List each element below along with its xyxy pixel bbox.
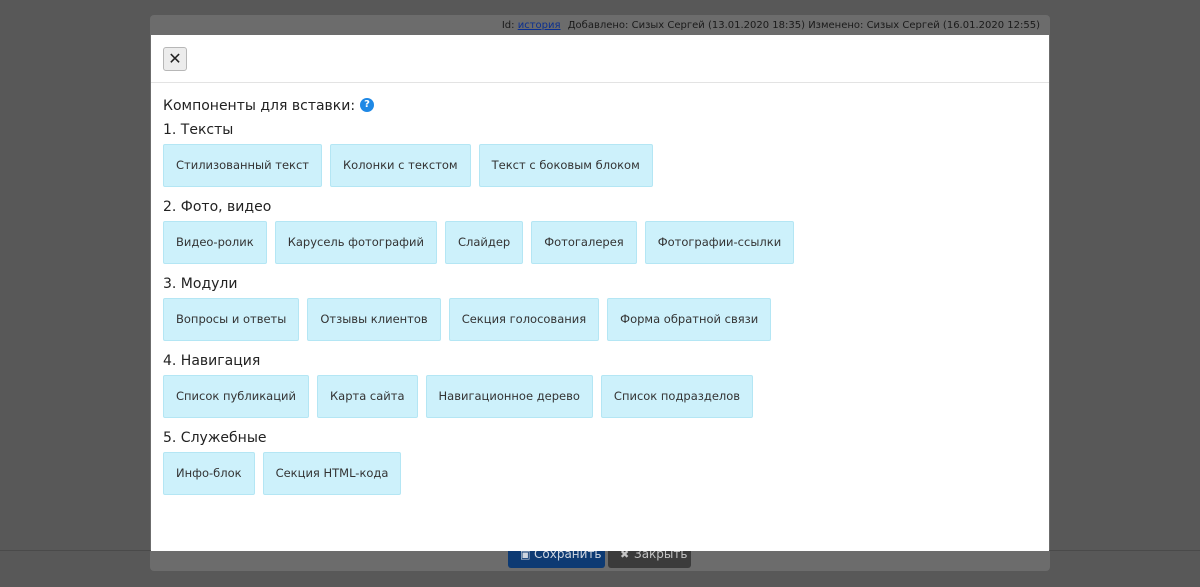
- modal-body: Компоненты для вставки:? 1. Тексты Стили…: [151, 83, 1049, 495]
- component-button-row: Инфо-блок Секция HTML-кода: [163, 452, 1037, 495]
- modal-header: ✕: [151, 35, 1049, 83]
- history-link[interactable]: история: [518, 20, 561, 31]
- section-photo-video: 2. Фото, видео Видео-ролик Карусель фото…: [163, 197, 1037, 264]
- component-button[interactable]: Карта сайта: [317, 375, 418, 418]
- component-button[interactable]: Вопросы и ответы: [163, 298, 300, 341]
- component-button[interactable]: Фотогалерея: [531, 221, 637, 264]
- component-button[interactable]: Видео-ролик: [163, 221, 267, 264]
- component-button[interactable]: Текст с боковым блоком: [478, 144, 653, 187]
- component-button[interactable]: Список публикаций: [163, 375, 309, 418]
- component-button-row: Стилизованный текст Колонки с текстом Те…: [163, 144, 1037, 187]
- component-button[interactable]: Колонки с текстом: [330, 144, 471, 187]
- component-button-row: Вопросы и ответы Отзывы клиентов Секция …: [163, 298, 1037, 341]
- screen: Id: история Добавлено: Сизых Сергей (13.…: [0, 0, 1200, 587]
- component-button[interactable]: Навигационное дерево: [425, 375, 593, 418]
- component-button[interactable]: Слайдер: [444, 221, 524, 264]
- section-navigation: 4. Навигация Список публикаций Карта сай…: [163, 351, 1037, 418]
- component-button[interactable]: Отзывы клиентов: [307, 298, 441, 341]
- component-button[interactable]: Карусель фотографий: [274, 221, 437, 264]
- modal-heading-text: Компоненты для вставки:: [163, 98, 356, 114]
- section-title: 1. Тексты: [163, 122, 234, 138]
- added-info: Добавлено: Сизых Сергей (13.01.2020 18:3…: [567, 20, 805, 31]
- section-title: 5. Служебные: [163, 430, 267, 446]
- help-icon[interactable]: ?: [360, 98, 375, 112]
- component-button[interactable]: Секция голосования: [448, 298, 600, 341]
- record-meta-bar: Id: история Добавлено: Сизых Сергей (13.…: [150, 15, 1050, 37]
- modal-heading: Компоненты для вставки:?: [163, 96, 1037, 116]
- component-button[interactable]: Список подразделов: [600, 375, 754, 418]
- component-button[interactable]: Инфо-блок: [163, 452, 255, 495]
- changed-info: Изменено: Сизых Сергей (16.01.2020 12:55…: [808, 20, 1040, 31]
- section-title: 3. Модули: [163, 276, 238, 292]
- section-texts: 1. Тексты Стилизованный текст Колонки с …: [163, 120, 1037, 187]
- component-button[interactable]: Стилизованный текст: [163, 144, 322, 187]
- component-button[interactable]: Форма обратной связи: [607, 298, 772, 341]
- component-button[interactable]: Фотографии-ссылки: [644, 221, 795, 264]
- id-label: Id:: [501, 20, 515, 31]
- section-service: 5. Служебные Инфо-блок Секция HTML-кода: [163, 428, 1037, 495]
- section-title: 4. Навигация: [163, 353, 261, 369]
- modal-close-button[interactable]: ✕: [163, 47, 187, 71]
- component-button-row: Список публикаций Карта сайта Навигацион…: [163, 375, 1037, 418]
- component-button-row: Видео-ролик Карусель фотографий Слайдер …: [163, 221, 1037, 264]
- component-button[interactable]: Секция HTML-кода: [262, 452, 402, 495]
- section-title: 2. Фото, видео: [163, 199, 272, 215]
- section-modules: 3. Модули Вопросы и ответы Отзывы клиент…: [163, 274, 1037, 341]
- components-modal: ✕ Компоненты для вставки:? 1. Тексты Сти…: [151, 35, 1049, 551]
